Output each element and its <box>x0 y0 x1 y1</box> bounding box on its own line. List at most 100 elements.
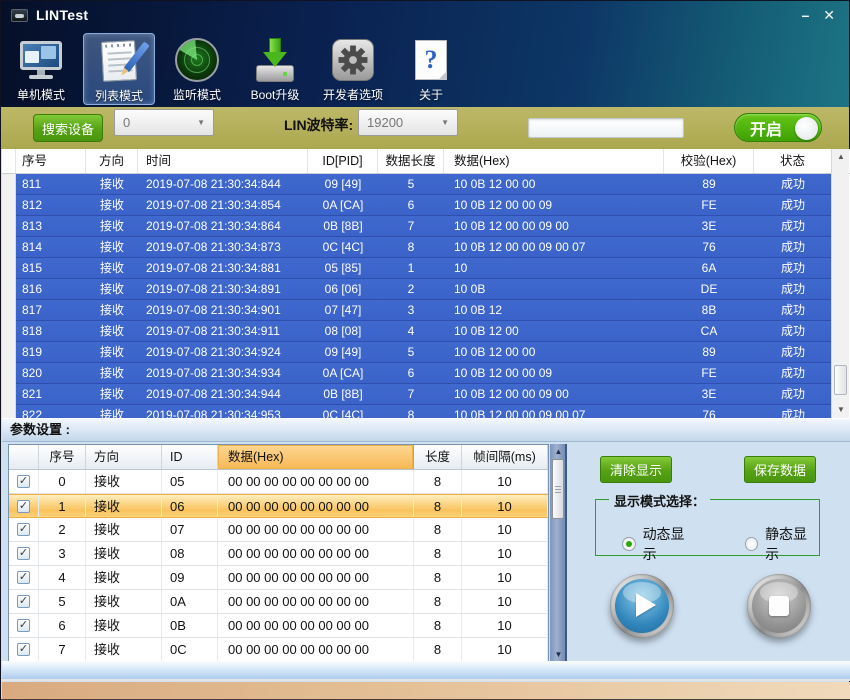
scrollbar-thumb[interactable] <box>834 365 847 395</box>
toolbar-item-about[interactable]: ? 关于 <box>395 33 467 105</box>
row-checkbox[interactable]: ✓ <box>9 614 39 637</box>
stop-button[interactable] <box>747 574 811 638</box>
toolbar-item-standalone-mode[interactable]: 单机模式 <box>5 33 77 105</box>
row-checkbox[interactable]: ✓ <box>9 566 39 589</box>
boot-upgrade-arrow-icon <box>252 37 298 83</box>
param-table-row[interactable]: ✓2接收0700 00 00 00 00 00 00 00810 <box>9 518 548 542</box>
frame-cell: 5 <box>378 174 444 195</box>
scroll-up-icon[interactable]: ▲ <box>832 149 850 165</box>
row-gutter <box>2 279 16 300</box>
param-table-row[interactable]: ✓0接收0500 00 00 00 00 00 00 00810 <box>9 470 548 494</box>
frame-cell: 10 0B 12 00 00 09 <box>444 363 664 384</box>
row-checkbox[interactable]: ✓ <box>9 590 39 613</box>
frame-header-cell: 校验(Hex) <box>664 149 754 173</box>
frame-table: 序号方向时间ID[PID]数据长度数据(Hex)校验(Hex)状态 811接收2… <box>2 149 850 418</box>
frame-table-row[interactable]: 816接收2019-07-08 21:30:34:89106 [06]210 0… <box>2 279 832 300</box>
frame-table-scrollbar[interactable]: ▲ ▼ <box>831 149 849 418</box>
minimize-button[interactable]: – <box>801 7 809 23</box>
param-table-row[interactable]: ✓6接收0B00 00 00 00 00 00 00 00810 <box>9 614 548 638</box>
radar-icon <box>174 37 220 83</box>
frame-table-row[interactable]: 814接收2019-07-08 21:30:34:8730C [4C]810 0… <box>2 237 832 258</box>
toolbar-item-listen-mode[interactable]: 监听模式 <box>161 33 233 105</box>
frame-header-cell: 时间 <box>138 149 308 173</box>
param-table-row[interactable]: ✓7接收0C00 00 00 00 00 00 00 00810 <box>9 638 548 662</box>
param-cell: 6 <box>39 614 86 637</box>
frame-cell: 10 0B 12 00 00 09 00 <box>444 216 664 237</box>
param-header-cell: 帧间隔(ms) <box>462 445 548 469</box>
row-gutter <box>2 321 16 342</box>
toolbar-item-label: 监听模式 <box>173 86 221 103</box>
scrollbar-thumb[interactable] <box>552 459 564 519</box>
checkbox-icon: ✓ <box>17 500 30 513</box>
progress-field[interactable] <box>528 118 684 138</box>
frame-table-row[interactable]: 822接收2019-07-08 21:30:34:9530C [4C]810 0… <box>2 405 832 418</box>
start-play-button[interactable] <box>610 574 674 638</box>
param-table-row[interactable]: ✓3接收0800 00 00 00 00 00 00 00810 <box>9 542 548 566</box>
frame-table-row[interactable]: 821接收2019-07-08 21:30:34:9440B [8B]710 0… <box>2 384 832 405</box>
param-header-cell: 长度 <box>414 445 462 469</box>
frame-cell: 819 <box>16 342 86 363</box>
row-checkbox[interactable]: ✓ <box>9 518 39 541</box>
param-table-row[interactable]: ✓4接收0900 00 00 00 00 00 00 00810 <box>9 566 548 590</box>
row-checkbox[interactable]: ✓ <box>9 542 39 565</box>
param-cell: 8 <box>414 542 462 565</box>
param-cell: 09 <box>162 566 218 589</box>
start-toggle[interactable]: 开启 <box>734 113 822 142</box>
device-select[interactable]: 0 ▼ <box>114 109 214 136</box>
toolbar-item-boot-upgrade[interactable]: Boot升级 <box>239 33 311 105</box>
frame-cell: 8 <box>378 237 444 258</box>
param-cell: 0B <box>162 614 218 637</box>
row-checkbox[interactable]: ✓ <box>9 495 39 517</box>
params-section-label: 参数设置 : <box>2 418 850 442</box>
frame-table-row[interactable]: 817接收2019-07-08 21:30:34:90107 [47]310 0… <box>2 300 832 321</box>
row-checkbox[interactable]: ✓ <box>9 638 39 661</box>
close-button[interactable]: ✕ <box>823 7 835 23</box>
toolbar-item-label: 列表模式 <box>95 87 143 104</box>
radio-dynamic-display[interactable]: 动态显示 <box>622 524 697 564</box>
frame-table-row[interactable]: 811接收2019-07-08 21:30:34:84409 [49]510 0… <box>2 174 832 195</box>
frame-table-row[interactable]: 813接收2019-07-08 21:30:34:8640B [8B]710 0… <box>2 216 832 237</box>
frame-cell: 成功 <box>754 300 832 321</box>
toolbar-item-developer-options[interactable]: 开发者选项 <box>317 33 389 105</box>
param-cell: 接收 <box>86 518 162 541</box>
frame-cell: 接收 <box>86 174 138 195</box>
frame-table-row[interactable]: 815接收2019-07-08 21:30:34:88105 [85]1106A… <box>2 258 832 279</box>
radio-unchecked-icon <box>745 537 759 551</box>
search-device-button[interactable]: 搜索设备 <box>33 114 103 142</box>
frame-cell: 接收 <box>86 363 138 384</box>
titlebar[interactable]: LINTest – ✕ <box>1 1 849 29</box>
param-table-body: ✓0接收0500 00 00 00 00 00 00 00810✓1接收0600… <box>9 470 548 662</box>
row-gutter <box>2 384 16 405</box>
frame-table-row[interactable]: 812接收2019-07-08 21:30:34:8540A [CA]610 0… <box>2 195 832 216</box>
toolbar-item-list-mode[interactable]: 列表模式 <box>83 33 155 105</box>
param-cell: 08 <box>162 542 218 565</box>
frame-header-cell: ID[PID] <box>308 149 378 173</box>
toolbar-item-label: Boot升级 <box>251 86 300 103</box>
frame-table-row[interactable]: 819接收2019-07-08 21:30:34:92409 [49]510 0… <box>2 342 832 363</box>
param-table-scrollbar[interactable]: ▲ ▼ <box>550 444 567 663</box>
frame-table-row[interactable]: 818接收2019-07-08 21:30:34:91108 [08]410 0… <box>2 321 832 342</box>
frame-cell: 76 <box>664 237 754 258</box>
scroll-up-icon[interactable]: ▲ <box>550 444 567 460</box>
param-table-row[interactable]: ✓5接收0A00 00 00 00 00 00 00 00810 <box>9 590 548 614</box>
frame-cell: 2019-07-08 21:30:34:901 <box>138 300 308 321</box>
bottom-gradient-strip <box>2 661 850 681</box>
param-cell: 00 00 00 00 00 00 00 00 <box>218 518 414 541</box>
frame-cell: 接收 <box>86 195 138 216</box>
frame-cell: 89 <box>664 342 754 363</box>
header-area: LINTest – ✕ 单机模式 <box>1 1 849 107</box>
frame-table-row[interactable]: 820接收2019-07-08 21:30:34:9340A [CA]610 0… <box>2 363 832 384</box>
scroll-down-icon[interactable]: ▼ <box>832 402 850 418</box>
param-cell: 7 <box>39 638 86 661</box>
frame-cell: 08 [08] <box>308 321 378 342</box>
clear-display-button[interactable]: 清除显示 <box>600 456 672 483</box>
radio-static-display[interactable]: 静态显示 <box>745 524 820 564</box>
save-data-button[interactable]: 保存数据 <box>744 456 816 483</box>
baud-rate-select[interactable]: 19200 ▼ <box>358 109 458 136</box>
baud-rate-value: 19200 <box>367 115 403 130</box>
param-cell: 10 <box>462 638 548 661</box>
frame-cell: 811 <box>16 174 86 195</box>
param-table-row[interactable]: ✓1接收0600 00 00 00 00 00 00 00810 <box>9 494 548 518</box>
row-checkbox[interactable]: ✓ <box>9 470 39 493</box>
right-panel: 清除显示 保存数据 显示模式选择： 动态显示 静态显示 <box>572 442 850 663</box>
